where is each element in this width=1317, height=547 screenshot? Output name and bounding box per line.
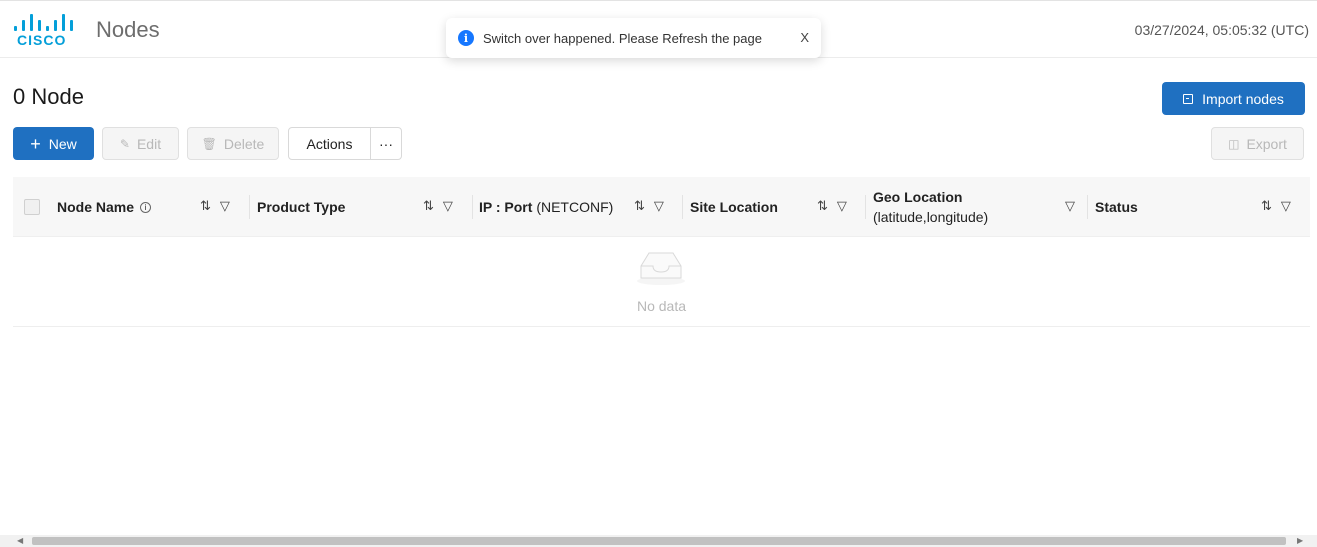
select-all-checkbox[interactable] (24, 199, 40, 215)
cisco-logo-text: CISCO (17, 32, 67, 48)
empty-inbox-icon (637, 252, 685, 285)
filter-icon[interactable]: ▽ (220, 198, 230, 214)
cisco-logo[interactable]: CISCO (14, 13, 78, 49)
column-controls: ⇅ ▽ (1261, 198, 1291, 214)
column-controls: ⇅ ▽ (200, 198, 230, 214)
column-header-node-name: Node Name i (57, 177, 152, 237)
column-label: Product Type (257, 199, 346, 215)
column-controls: ⇅ ▽ (817, 198, 847, 214)
table-header: Node Name i ⇅ ▽ Product Type ⇅ ▽ IP : Po… (13, 177, 1310, 237)
new-label: New (48, 135, 77, 152)
scroll-right-icon[interactable]: ▶ (1297, 536, 1303, 545)
edit-button[interactable]: ✎ Edit (102, 127, 179, 160)
column-controls: ⇅ ▽ (634, 198, 664, 214)
column-sublabel: (latitude,longitude) (873, 209, 989, 225)
empty-state-text: No data (636, 298, 687, 314)
column-label: Geo Location (873, 189, 963, 205)
notification-close-button[interactable]: X (800, 30, 809, 45)
column-sublabel: (NETCONF) (536, 199, 614, 215)
filter-icon[interactable]: ▽ (837, 198, 847, 214)
export-icon: ◫ (1228, 136, 1240, 151)
sort-icon[interactable]: ⇅ (423, 198, 434, 214)
plus-icon: + (30, 133, 41, 154)
node-count-title: 0 Node (13, 84, 84, 109)
switchover-notification: i Switch over happened. Please Refresh t… (446, 18, 821, 58)
more-options-button[interactable]: ··· (370, 127, 402, 160)
delete-button[interactable]: 🗑 Delete (187, 127, 279, 160)
trash-icon: 🗑 (201, 136, 217, 151)
edit-icon: ✎ (119, 136, 130, 151)
delete-label: Delete (223, 135, 265, 152)
info-icon: i (458, 30, 474, 46)
column-controls: ⇅ ▽ (423, 198, 453, 214)
page-title: Nodes (96, 17, 160, 42)
new-button[interactable]: + New (13, 127, 94, 160)
sort-icon[interactable]: ⇅ (1261, 198, 1272, 214)
filter-icon[interactable]: ▽ (1065, 198, 1075, 214)
cisco-logo-bars (14, 13, 78, 31)
column-header-site-location: Site Location (690, 177, 778, 237)
export-label: Export (1246, 135, 1287, 152)
column-label: Site Location (690, 199, 778, 215)
sort-icon[interactable]: ⇅ (634, 198, 645, 214)
sort-icon[interactable]: ⇅ (200, 198, 211, 214)
info-circle-icon[interactable]: i (140, 201, 152, 213)
datetime-display: 03/27/2024, 05:05:32 (UTC) (1134, 22, 1309, 38)
edit-label: Edit (136, 135, 162, 152)
actions-button[interactable]: Actions (288, 127, 371, 160)
column-label: IP : Port (479, 199, 533, 215)
column-header-product-type: Product Type (257, 177, 345, 237)
notification-message: Switch over happened. Please Refresh the… (483, 30, 762, 46)
scroll-left-icon[interactable]: ◀ (17, 536, 23, 545)
import-icon (1183, 93, 1194, 104)
column-header-status: Status (1095, 177, 1138, 237)
sort-icon[interactable]: ⇅ (817, 198, 828, 214)
column-header-geo-location: Geo Location (latitude,longitude) (873, 177, 988, 237)
filter-icon[interactable]: ▽ (654, 198, 664, 214)
column-controls: ▽ (1065, 198, 1075, 214)
filter-icon[interactable]: ▽ (1281, 198, 1291, 214)
scrollbar-thumb[interactable] (32, 537, 1286, 545)
table-body: No data (13, 238, 1310, 327)
column-label: Status (1095, 199, 1138, 215)
horizontal-scrollbar[interactable]: ◀ ▶ (0, 535, 1317, 547)
filter-icon[interactable]: ▽ (443, 198, 453, 214)
export-button[interactable]: ◫ Export (1211, 127, 1304, 160)
column-header-ip-port: IP : Port (NETCONF) (479, 177, 613, 237)
import-nodes-button[interactable]: Import nodes (1162, 82, 1305, 115)
import-nodes-label: Import nodes (1202, 90, 1284, 107)
column-label: Node Name (57, 199, 135, 215)
